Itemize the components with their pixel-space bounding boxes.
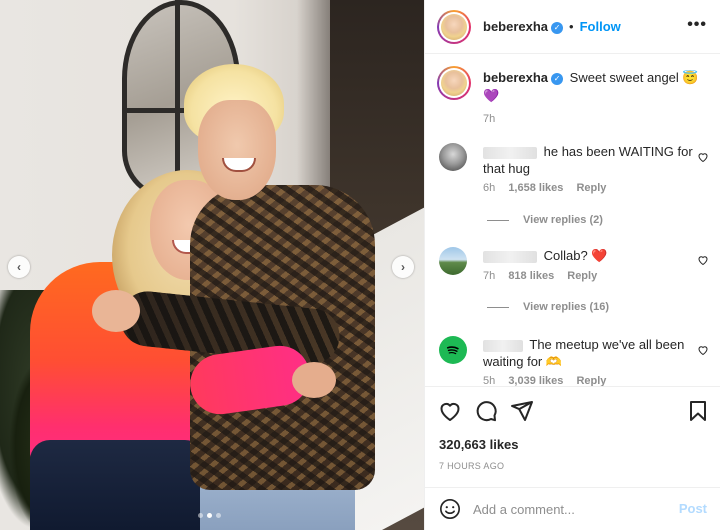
add-comment-bar: Post bbox=[425, 487, 720, 530]
follow-button[interactable]: Follow bbox=[580, 19, 621, 34]
likes-count[interactable]: 320,663 likes bbox=[439, 437, 519, 452]
comment-button-icon[interactable] bbox=[474, 399, 498, 423]
author-avatar[interactable] bbox=[437, 10, 471, 44]
spotify-logo-icon bbox=[446, 346, 459, 355]
caption-username[interactable]: beberexha bbox=[483, 70, 548, 85]
post-header: beberexha ✓ • Follow ••• bbox=[425, 0, 720, 54]
post-comment-button[interactable]: Post bbox=[679, 501, 707, 516]
emoji-icon[interactable] bbox=[439, 498, 461, 520]
carousel-next-button[interactable]: › bbox=[392, 256, 414, 278]
comment-time: 5h bbox=[483, 375, 496, 386]
view-replies-button[interactable]: View replies (16) bbox=[487, 301, 609, 313]
chevron-right-icon: › bbox=[401, 260, 405, 274]
author-username[interactable]: beberexha bbox=[483, 19, 548, 34]
woman-jeans bbox=[30, 440, 205, 530]
comment-likes[interactable]: 818 likes bbox=[508, 270, 554, 282]
post-photo[interactable]: ‹ › bbox=[0, 0, 424, 530]
commenter-username-blurred[interactable] bbox=[483, 146, 537, 159]
commenter-username-blurred[interactable] bbox=[483, 250, 537, 263]
post-caption: beberexha ✓ Sweet sweet angel 😇 💜 7h bbox=[483, 69, 707, 125]
view-replies-button[interactable]: View replies (2) bbox=[487, 214, 603, 226]
reply-button[interactable]: Reply bbox=[576, 182, 606, 194]
caption-text: Sweet sweet angel 😇 bbox=[569, 70, 699, 85]
carousel-dot bbox=[216, 513, 221, 518]
comment-likes[interactable]: 3,039 likes bbox=[508, 375, 563, 386]
verified-badge-icon: ✓ bbox=[551, 72, 564, 85]
comments-scroll-area[interactable]: beberexha ✓ Sweet sweet angel 😇 💜 7h he h… bbox=[425, 55, 720, 386]
comment-item: Collab? ❤️ 7h 818 likes Reply View repli… bbox=[439, 247, 709, 327]
caption-emoji: 💜 bbox=[483, 88, 500, 103]
reply-button[interactable]: Reply bbox=[567, 270, 597, 282]
chevron-left-icon: ‹ bbox=[17, 260, 21, 274]
commenter-username-blurred[interactable] bbox=[483, 339, 523, 352]
carousel-indicator bbox=[198, 513, 221, 518]
share-button-icon[interactable] bbox=[510, 399, 534, 423]
commenter-avatar-spotify[interactable] bbox=[439, 336, 467, 364]
comment-item: The meetup we've all been waiting for 🫶 … bbox=[439, 336, 709, 386]
commenter-avatar[interactable] bbox=[439, 247, 467, 275]
post-timestamp[interactable]: 7 HOURS AGO bbox=[439, 461, 504, 471]
verified-badge-icon: ✓ bbox=[551, 21, 564, 34]
heart-icon[interactable] bbox=[697, 151, 709, 163]
comment-time: 7h bbox=[483, 270, 496, 282]
commenter-avatar[interactable] bbox=[439, 143, 467, 171]
more-icon: ••• bbox=[687, 16, 707, 33]
carousel-prev-button[interactable]: ‹ bbox=[8, 256, 30, 278]
heart-icon[interactable] bbox=[697, 344, 709, 356]
comment-text: Collab? ❤️ bbox=[543, 248, 608, 263]
comment-item: he has been WAITING for that hug 6h 1,65… bbox=[439, 143, 709, 233]
caption-time: 7h bbox=[483, 113, 496, 125]
post-side-panel: beberexha ✓ • Follow ••• beberexha ✓ Sweet s… bbox=[424, 0, 720, 530]
more-options-button[interactable]: ••• bbox=[687, 16, 707, 34]
like-button-heart-icon[interactable] bbox=[438, 399, 462, 423]
post-actions: 320,663 likes 7 HOURS AGO bbox=[425, 386, 720, 486]
man-face bbox=[198, 100, 276, 200]
follow-separator: • bbox=[569, 19, 574, 34]
carousel-dot bbox=[198, 513, 203, 518]
comment-input[interactable] bbox=[473, 500, 663, 518]
carousel-dot-active bbox=[207, 513, 212, 518]
reply-button[interactable]: Reply bbox=[576, 375, 606, 386]
save-bookmark-icon[interactable] bbox=[686, 399, 710, 423]
heart-icon[interactable] bbox=[697, 254, 709, 266]
comment-likes[interactable]: 1,658 likes bbox=[508, 182, 563, 194]
caption-author-avatar[interactable] bbox=[437, 66, 471, 100]
comment-time: 6h bbox=[483, 182, 496, 194]
